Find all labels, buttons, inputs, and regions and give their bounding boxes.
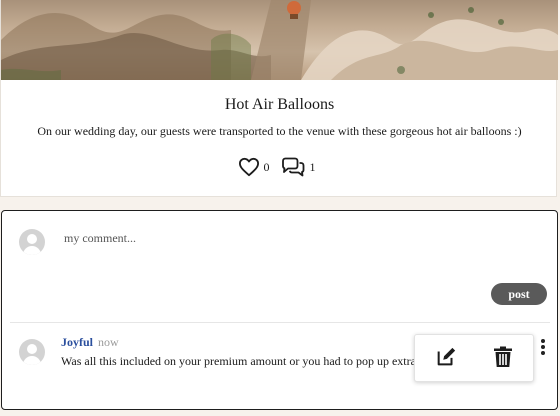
current-user-avatar [19, 229, 45, 255]
comment-time: now [98, 335, 119, 349]
post-description: On our wedding day, our guests were tran… [37, 124, 522, 138]
comment-action-menu [414, 334, 534, 382]
post-comment-button[interactable]: post [491, 283, 547, 305]
comment-count: 1 [309, 159, 316, 174]
comment-input[interactable] [62, 229, 546, 281]
kebab-icon[interactable] [539, 339, 547, 359]
like-count: 0 [263, 159, 270, 174]
chat-bubbles-icon[interactable] [280, 157, 306, 177]
comment-author[interactable]: Joyful [61, 335, 93, 350]
post-card: Hot Air Balloons On our wedding day, our… [0, 0, 558, 197]
trash-icon[interactable] [493, 346, 513, 373]
post-image-landscape [1, 0, 558, 80]
edit-icon[interactable] [435, 346, 457, 373]
post-actions: 0 1 [1, 157, 558, 177]
comments-divider [10, 322, 550, 323]
post-title: Hot Air Balloons [224, 96, 335, 113]
heart-icon[interactable] [238, 157, 260, 177]
comments-panel: post Joyful now Was all this included on… [1, 210, 558, 410]
post-image [1, 0, 558, 80]
comment-author-avatar [19, 339, 45, 365]
